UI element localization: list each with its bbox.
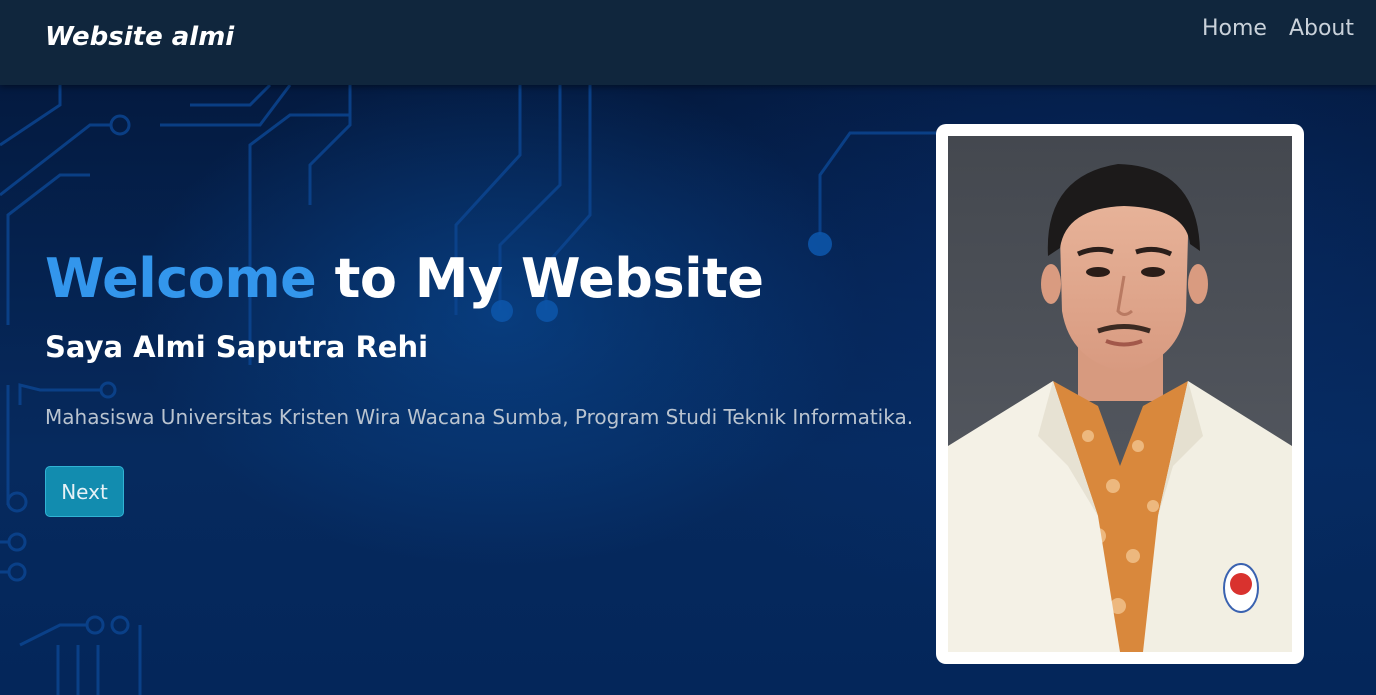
hero-title-accent: Welcome — [45, 247, 317, 310]
hero-description: Mahasiswa Universitas Kristen Wira Wacan… — [45, 405, 914, 429]
profile-photo-frame — [936, 124, 1304, 664]
nav-links: Home About — [1202, 16, 1354, 41]
hero-title: Welcome to My Website — [45, 247, 764, 310]
nav-link-about[interactable]: About — [1289, 16, 1354, 41]
hero-subtitle: Saya Almi Saputra Rehi — [45, 330, 429, 364]
nav-link-home[interactable]: Home — [1202, 16, 1267, 41]
hero-title-rest: to My Website — [316, 247, 764, 310]
next-button[interactable]: Next — [45, 466, 124, 517]
brand-link[interactable]: Website almi — [45, 22, 234, 52]
navbar: Website almi Home About — [0, 0, 1376, 85]
profile-photo — [948, 136, 1292, 652]
hero-section: Welcome to My Website Saya Almi Saputra … — [0, 85, 1376, 695]
